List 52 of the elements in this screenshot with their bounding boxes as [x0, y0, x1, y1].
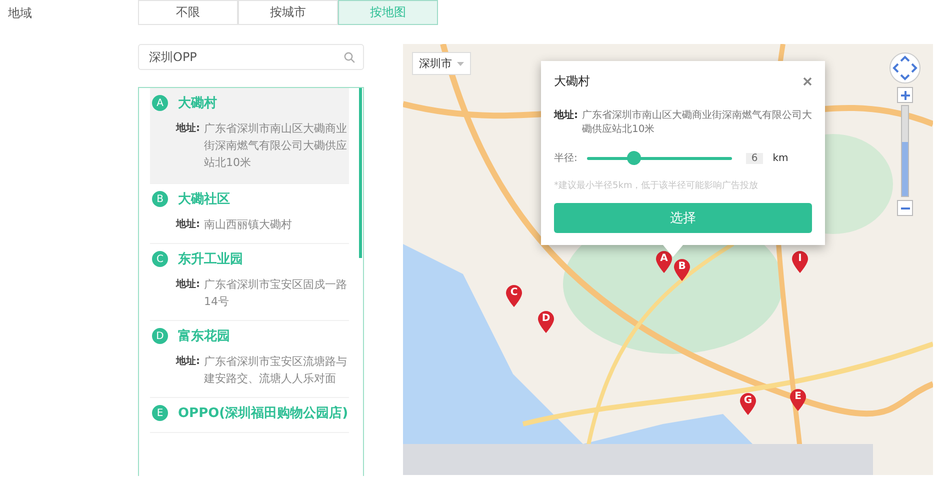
place-name: 富东花园 [178, 328, 230, 345]
plus-icon [900, 90, 910, 100]
map-pin[interactable]: G [739, 392, 757, 416]
slider-thumb[interactable] [626, 151, 641, 165]
caret-icon [457, 62, 464, 66]
map-pin[interactable]: A [655, 250, 673, 274]
address-label: 地址: [176, 278, 200, 292]
radius-label: 半径: [554, 152, 578, 165]
map-pin[interactable]: D [537, 310, 555, 334]
close-icon[interactable] [803, 77, 812, 86]
radius-slider[interactable] [587, 151, 732, 165]
result-item[interactable]: D 富东花园 地址: 广东省深圳市宝安区流塘路与建安路交、流塘人人乐对面 [150, 321, 349, 398]
map-pin[interactable]: E [789, 388, 807, 412]
pan-control-icon[interactable] [889, 52, 921, 84]
address-text: 广东省深圳市宝安区固戍一路14号 [204, 277, 348, 310]
zoom-out-button[interactable] [897, 200, 913, 216]
letter-badge: A [152, 95, 168, 111]
radius-unit: km [772, 152, 788, 164]
region-tab[interactable]: 不限 [138, 0, 238, 25]
zoom-in-button[interactable] [897, 87, 913, 103]
result-item[interactable]: B 大磡社区 地址: 南山西丽镇大磡村 [150, 184, 349, 244]
letter-badge: E [152, 405, 168, 421]
map-pin[interactable]: I [791, 250, 809, 274]
popup-title: 大磡村 [554, 73, 590, 90]
radius-hint: *建议最小半径5km，低于该半径可能影响广告投放 [554, 180, 760, 192]
letter-badge: D [152, 328, 168, 344]
address-text: 广东省深圳市南山区大磡商业街深南燃气有限公司大磡供应站北10米 [582, 109, 812, 137]
zoom-slider[interactable] [901, 105, 909, 197]
scrollbar[interactable] [359, 88, 362, 258]
result-item[interactable]: C 东升工业园 地址: 广东省深圳市宝安区固戍一路14号 [150, 244, 349, 321]
address-label: 地址: [176, 122, 200, 136]
address-label: 地址: [176, 218, 200, 232]
search-field[interactable]: 深圳OPP [138, 44, 364, 70]
map-pin[interactable]: C [505, 284, 523, 308]
place-name: 大磡社区 [178, 191, 230, 208]
radius-value: 6 [746, 152, 763, 164]
map-pin[interactable]: B [673, 258, 691, 282]
region-tab[interactable]: 按城市 [238, 0, 338, 25]
search-icon [344, 52, 355, 63]
letter-badge: C [152, 251, 168, 267]
place-name: 东升工业园 [178, 250, 243, 268]
city-dropdown[interactable]: 深圳市 [412, 52, 471, 75]
result-item[interactable]: A 大磡村 地址: 广东省深圳市南山区大磡商业街深南燃气有限公司大磡供应站北10米 [150, 88, 349, 184]
address-text: 广东省深圳市南山区大磡商业街深南燃气有限公司大磡供应站北10米 [204, 121, 348, 171]
address-label: 地址: [554, 109, 578, 123]
address-text: 南山西丽镇大磡村 [204, 217, 293, 233]
address-text: 广东省深圳市宝安区流塘路与建安路交、流塘人人乐对面 [204, 354, 348, 387]
region-label: 地域 [8, 5, 33, 22]
letter-badge: B [152, 191, 168, 207]
place-name: 大磡村 [178, 95, 217, 112]
place-name: OPPO(深圳福田购物公园店) [178, 404, 348, 422]
address-label: 地址: [176, 354, 200, 369]
